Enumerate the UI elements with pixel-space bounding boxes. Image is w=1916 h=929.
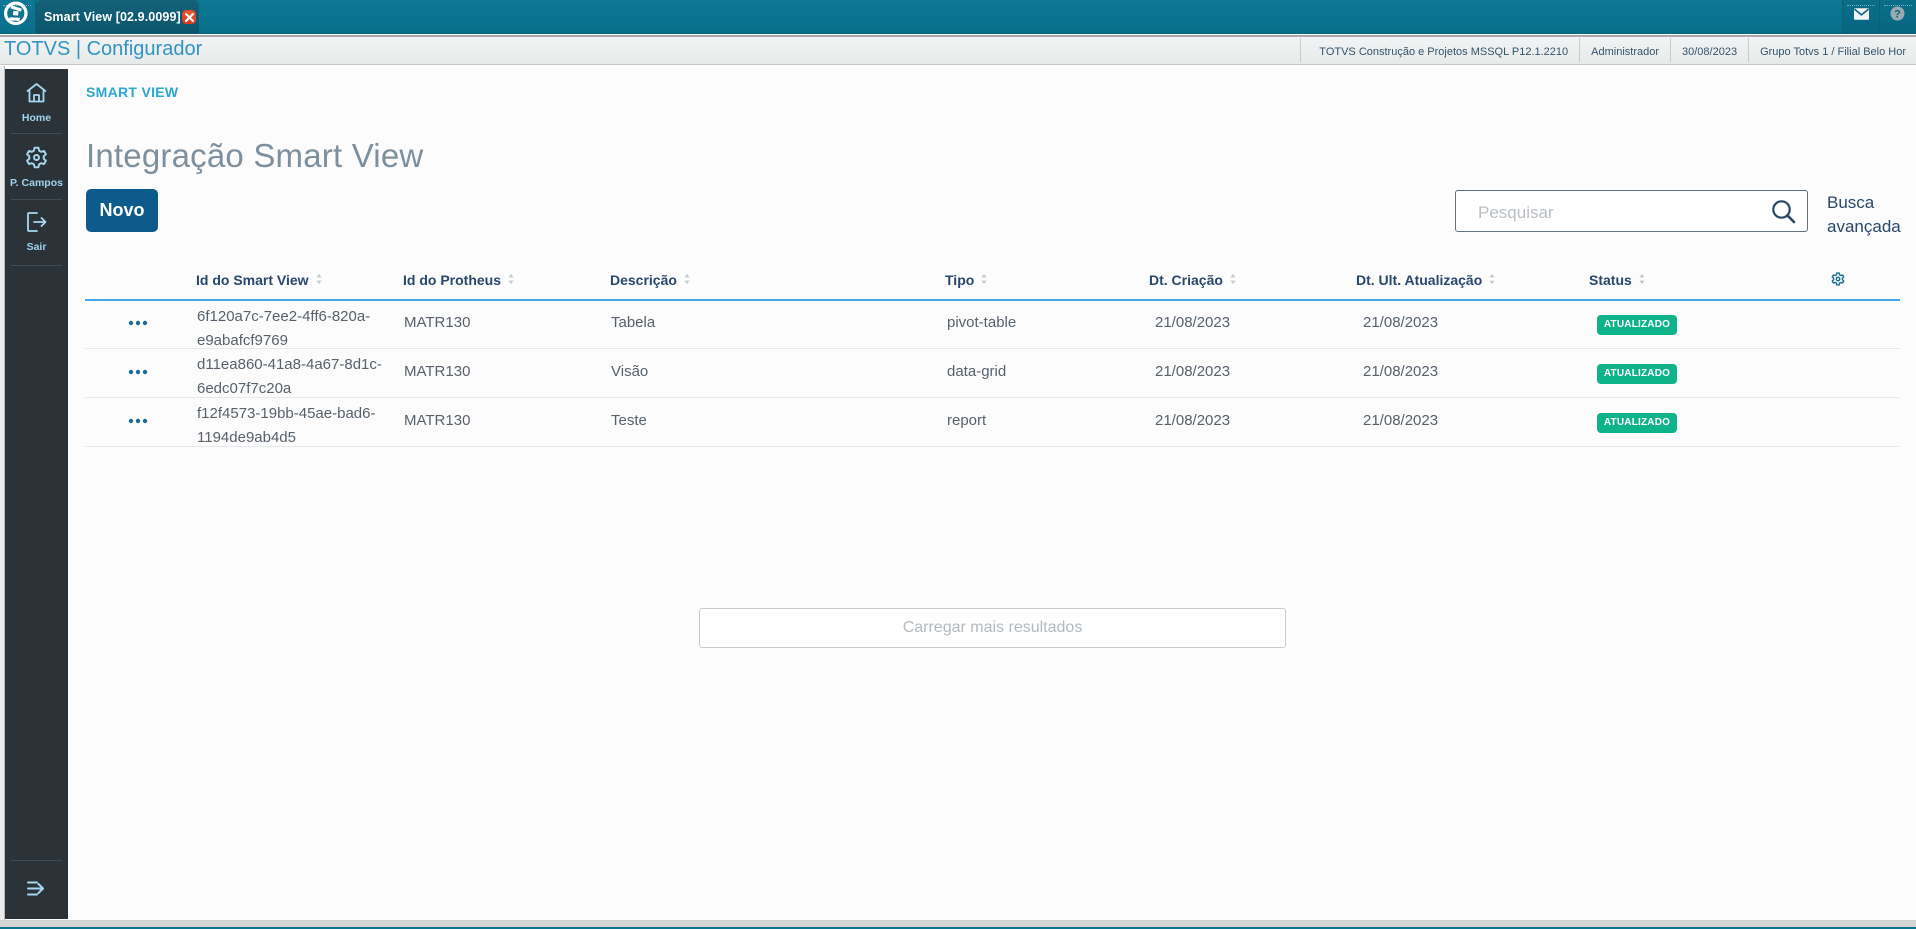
svg-text:?: ? — [1894, 8, 1901, 20]
